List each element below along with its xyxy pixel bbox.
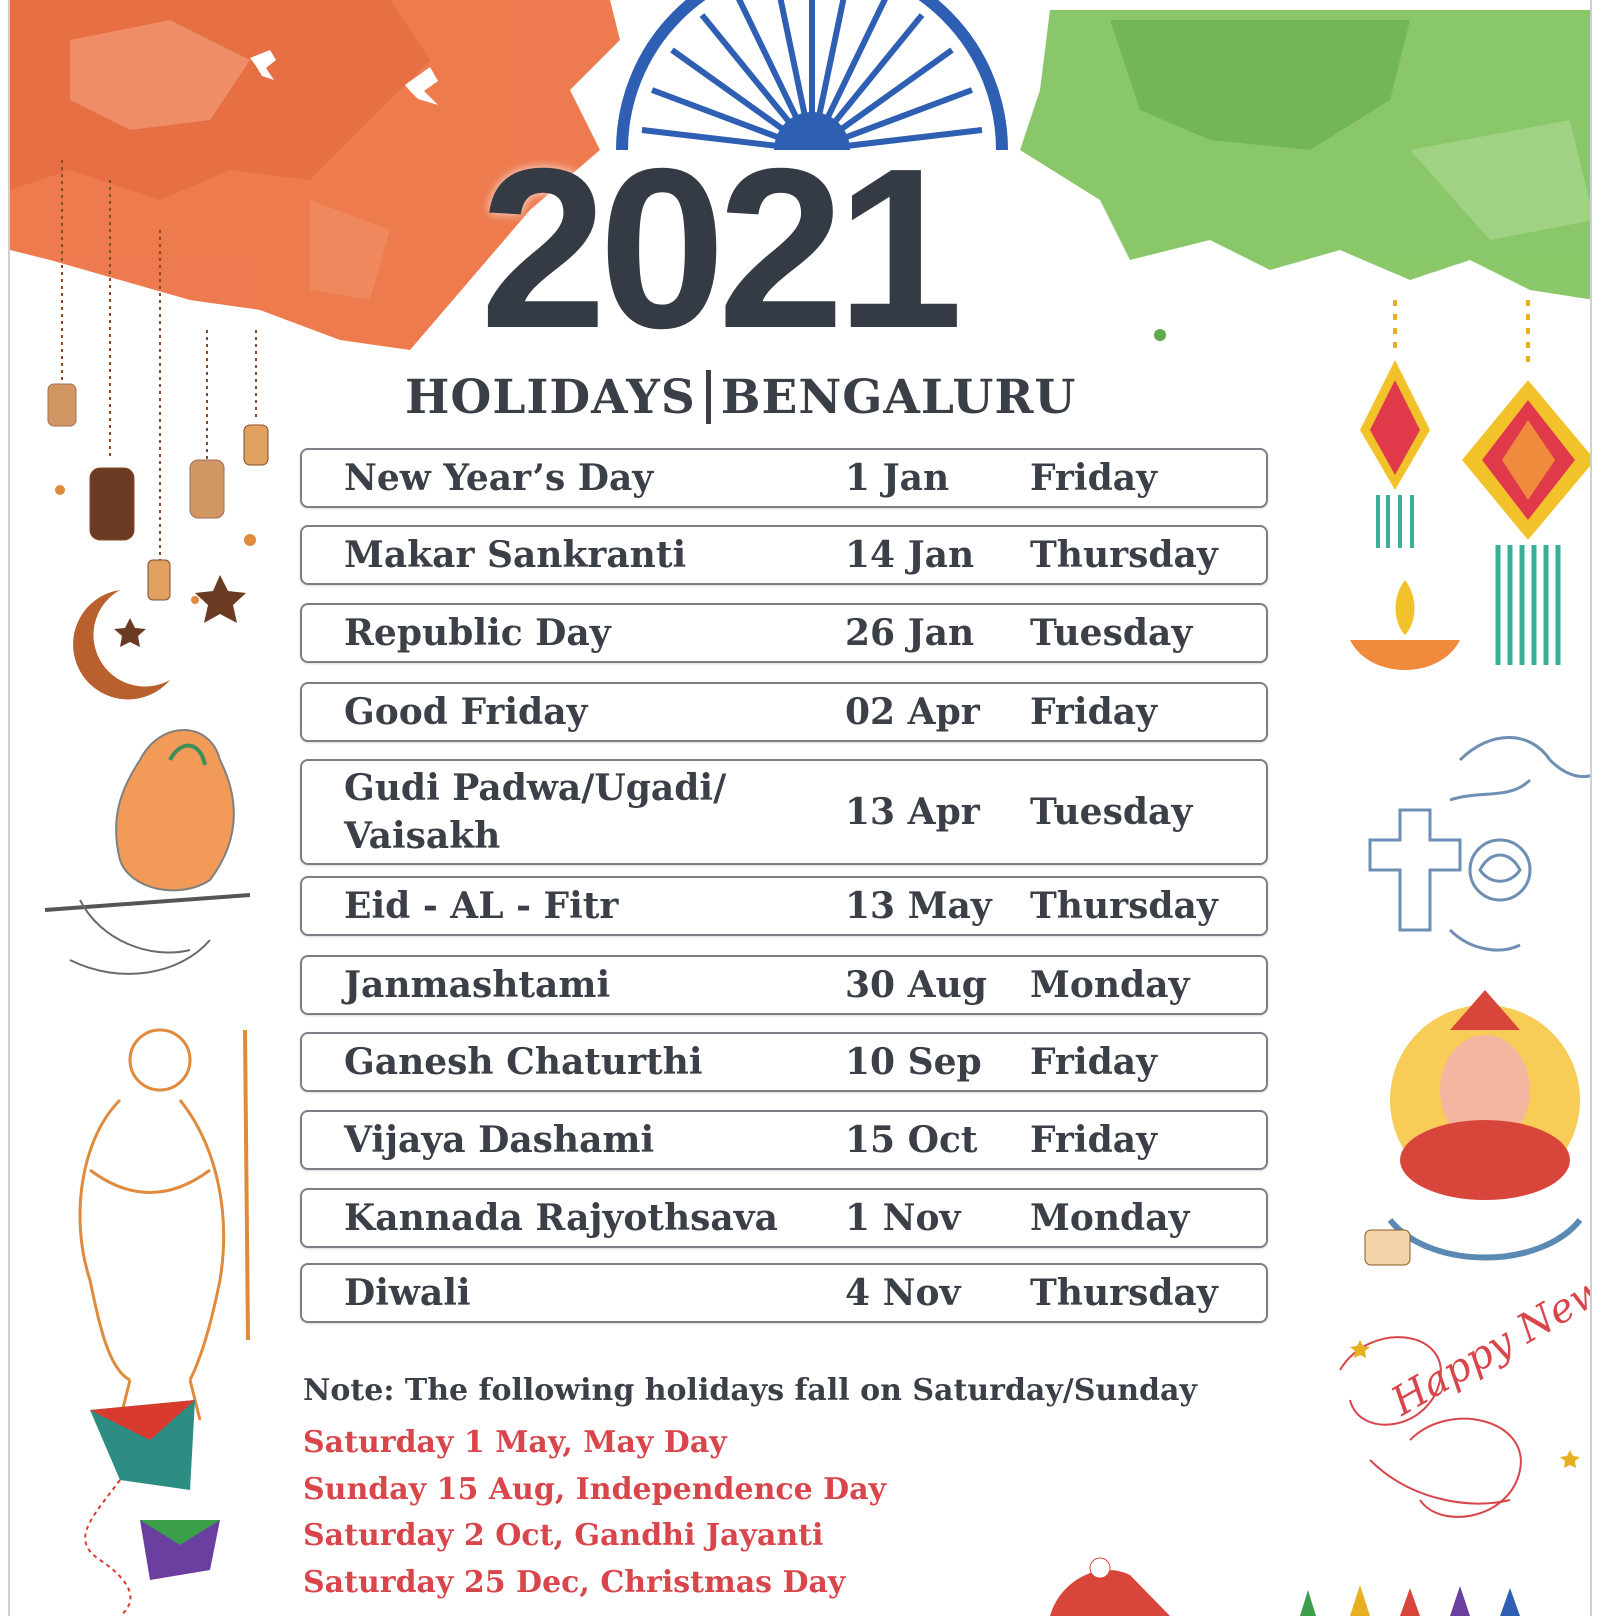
holiday-name: Makar Sankranti bbox=[344, 534, 687, 576]
holiday-row: Eid - AL - Fitr 13 May Thursday bbox=[300, 876, 1268, 936]
holiday-row: Vijaya Dashami 15 Oct Friday bbox=[300, 1110, 1268, 1170]
holiday-name: Ganesh Chaturthi bbox=[344, 1041, 703, 1083]
holiday-day: Thursday bbox=[1030, 534, 1218, 576]
holiday-poster: Happy New Year 2021 HOLIDAYS BENGALURU Ne… bbox=[8, 0, 1592, 1616]
happy-new-year-script: Happy New Year bbox=[1383, 1213, 1592, 1425]
cross-angel-rose-icon bbox=[1368, 736, 1590, 952]
poster-subtitle: HOLIDAYS BENGALURU bbox=[405, 370, 1165, 425]
holiday-date: 30 Aug bbox=[845, 964, 987, 1006]
weekend-holiday-item: Saturday 1 May, May Day bbox=[303, 1425, 727, 1460]
holiday-day: Friday bbox=[1030, 691, 1157, 733]
weekend-holiday-item: Saturday 25 Dec, Christmas Day bbox=[303, 1564, 846, 1600]
gandhi-sketch-icon bbox=[78, 1028, 250, 1421]
holiday-day: Friday bbox=[1030, 1041, 1157, 1083]
kites-icon bbox=[84, 1400, 220, 1616]
holiday-row: Good Friday 02 Apr Friday bbox=[300, 682, 1268, 742]
weekend-note: Note: The following holidays fall on Sat… bbox=[303, 1373, 1197, 1408]
holiday-row: Makar Sankranti 14 Jan Thursday bbox=[300, 525, 1268, 585]
holiday-name: Kannada Rajyothsava bbox=[344, 1197, 778, 1239]
holiday-date: 14 Jan bbox=[845, 534, 975, 576]
subtitle-holidays: HOLIDAYS bbox=[405, 370, 696, 425]
holiday-name: Gudi Padwa/Ugadi/ Vaisakh bbox=[344, 767, 727, 857]
holiday-name: Vijaya Dashami bbox=[344, 1119, 655, 1161]
holiday-day: Thursday bbox=[1030, 885, 1218, 927]
santa-icon bbox=[1050, 1557, 1170, 1616]
holiday-name: New Year’s Day bbox=[344, 457, 654, 499]
holiday-date: 15 Oct bbox=[845, 1119, 978, 1161]
holiday-row: Ganesh Chaturthi 10 Sep Friday bbox=[300, 1032, 1268, 1092]
krishna-flute-icon bbox=[44, 729, 251, 975]
holiday-name: Republic Day bbox=[344, 612, 611, 654]
holiday-date: 02 Apr bbox=[845, 691, 980, 733]
holiday-day: Friday bbox=[1030, 457, 1157, 499]
holiday-day: Tuesday bbox=[1030, 791, 1193, 833]
weekend-holiday-item: Saturday 2 Oct, Gandhi Jayanti bbox=[303, 1518, 824, 1553]
kandil-diya-icon bbox=[1350, 300, 1590, 670]
holiday-day: Thursday bbox=[1030, 1272, 1218, 1314]
holiday-date: 13 May bbox=[845, 885, 992, 927]
weekend-holiday-item: Sunday 15 Aug, Independence Day bbox=[303, 1471, 887, 1507]
year-title: 2021 bbox=[480, 122, 963, 376]
holiday-date: 10 Sep bbox=[845, 1041, 982, 1083]
holiday-name: Diwali bbox=[344, 1272, 471, 1314]
holiday-date: 4 Nov bbox=[845, 1272, 961, 1314]
holiday-row: Kannada Rajyothsava 1 Nov Monday bbox=[300, 1188, 1268, 1248]
holiday-row: New Year’s Day 1 Jan Friday bbox=[300, 448, 1268, 508]
ganesha-icon bbox=[1364, 990, 1583, 1266]
holiday-row: Republic Day 26 Jan Tuesday bbox=[300, 603, 1268, 663]
holiday-row: Diwali 4 Nov Thursday bbox=[300, 1263, 1268, 1323]
holiday-day: Friday bbox=[1030, 1119, 1157, 1161]
holiday-date: 1 Jan bbox=[845, 457, 950, 499]
holiday-day: Monday bbox=[1030, 964, 1190, 1006]
holiday-day: Tuesday bbox=[1030, 612, 1193, 654]
holiday-name: Janmashtami bbox=[344, 964, 611, 1006]
holiday-row: Janmashtami 30 Aug Monday bbox=[300, 955, 1268, 1015]
holiday-day: Monday bbox=[1030, 1197, 1190, 1239]
holiday-name: Eid - AL - Fitr bbox=[344, 885, 619, 927]
holiday-name: Good Friday bbox=[344, 691, 588, 733]
weekend-holiday-list: Saturday 1 May, May Day Sunday 15 Aug, I… bbox=[303, 1420, 1003, 1606]
subtitle-divider bbox=[705, 370, 711, 424]
subtitle-city: BENGALURU bbox=[720, 370, 1077, 425]
holiday-row: Gudi Padwa/Ugadi/ Vaisakh 13 Apr Tuesday bbox=[300, 759, 1268, 865]
holiday-date: 1 Nov bbox=[845, 1197, 961, 1239]
holiday-date: 13 Apr bbox=[845, 791, 980, 833]
crayons-icon bbox=[1300, 1585, 1520, 1616]
holiday-date: 26 Jan bbox=[845, 612, 975, 654]
